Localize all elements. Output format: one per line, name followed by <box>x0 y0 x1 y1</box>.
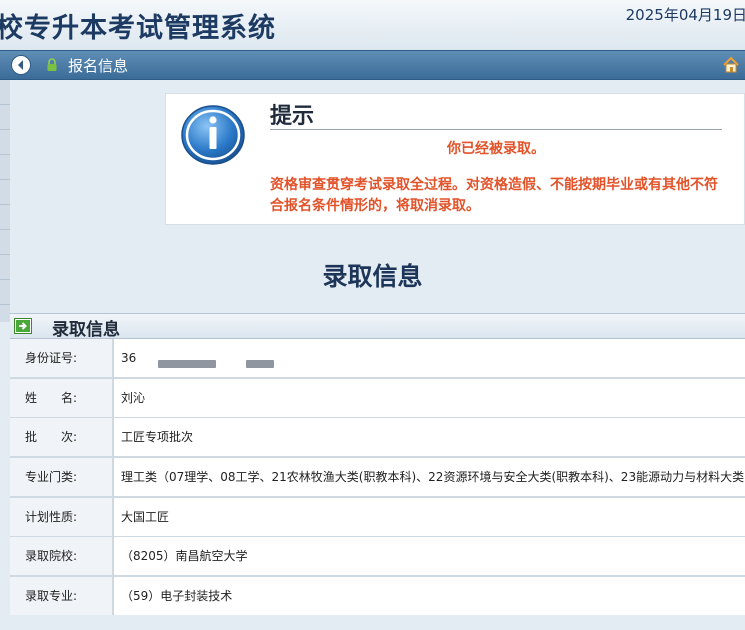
name-value: 刘沁 <box>114 379 745 417</box>
green-arrow-icon <box>14 318 32 338</box>
major-category-label: 专业门类: <box>10 458 112 496</box>
breadcrumb-label[interactable]: 报名信息 <box>68 55 128 76</box>
redaction-mask <box>246 360 274 368</box>
page-header: 校专升本考试管理系统 2025年04月19日 <box>0 0 745 50</box>
plan-type-value: 大国工匠 <box>114 498 745 536</box>
plan-type-label: 计划性质: <box>10 498 112 536</box>
notice-divider <box>270 129 722 130</box>
row-admitted-school: 录取院校: （8205）南昌航空大学 <box>10 537 745 575</box>
admitted-school-label: 录取院校: <box>10 537 112 575</box>
admitted-message: 你已经被录取。 <box>447 141 545 157</box>
admitted-school-value: （8205）南昌航空大学 <box>114 537 745 575</box>
notice-title: 提示 <box>270 104 315 129</box>
qualification-warning: 资格审查贯穿考试录取全过程。对资格造假、不能按期毕业或有其他不符合报名条件情形的… <box>270 177 718 214</box>
id-number-value: 36 <box>114 339 745 377</box>
system-title: 校专升本考试管理系统 <box>0 13 276 44</box>
admission-info-table: 身份证号: 36 姓 名: 刘沁 批 次: 工匠专项批次 专业门类: 理工类（0… <box>10 339 745 615</box>
home-icon[interactable] <box>722 56 740 78</box>
id-number-text: 36 <box>121 351 137 365</box>
row-admitted-major: 录取专业: （59）电子封装技术 <box>10 577 745 615</box>
info-panel-title: 录取信息 <box>52 320 120 340</box>
row-id-number: 身份证号: 36 <box>10 339 745 377</box>
notice-box: 提示 你已经被录取。 资格审查贯穿考试录取全过程。对资格造假、不能按期毕业或有其… <box>165 93 745 225</box>
admitted-major-label: 录取专业: <box>10 577 112 615</box>
major-category-value: 理工类（07理学、08工学、21农林牧渔大类(职教本科)、22资源环境与安全大类… <box>114 458 745 496</box>
row-name: 姓 名: 刘沁 <box>10 379 745 417</box>
back-arrow-icon[interactable] <box>11 55 31 75</box>
batch-value: 工匠专项批次 <box>114 418 745 456</box>
header-date: 2025年04月19日 <box>625 6 745 24</box>
id-number-label: 身份证号: <box>10 339 112 377</box>
info-panel-header: 录取信息 <box>10 313 745 340</box>
section-heading: 录取信息 <box>322 262 423 291</box>
row-plan-type: 计划性质: 大国工匠 <box>10 498 745 536</box>
lock-icon <box>46 57 58 76</box>
admitted-major-value: （59）电子封装技术 <box>114 577 745 615</box>
row-batch: 批 次: 工匠专项批次 <box>10 418 745 456</box>
row-major-category: 专业门类: 理工类（07理学、08工学、21农林牧渔大类(职教本科)、22资源环… <box>10 458 745 496</box>
nav-bar: 报名信息 <box>0 50 745 80</box>
info-icon <box>180 104 246 170</box>
redaction-mask <box>158 360 216 368</box>
name-label: 姓 名: <box>10 379 112 417</box>
batch-label: 批 次: <box>10 418 112 456</box>
